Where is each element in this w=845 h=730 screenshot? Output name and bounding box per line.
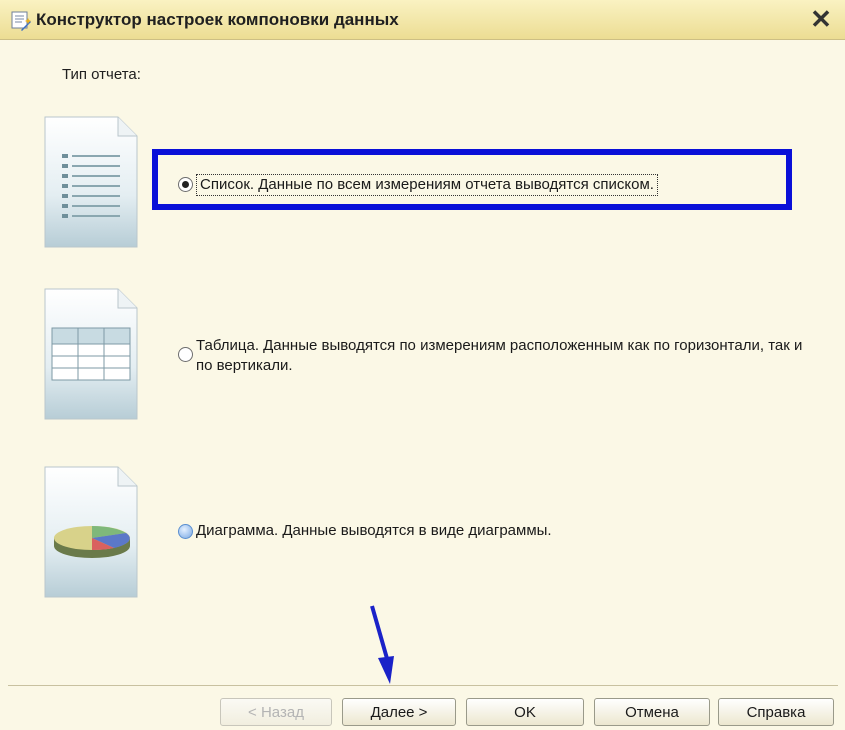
cancel-button[interactable]: Отмена xyxy=(594,698,710,726)
radio-chart[interactable] xyxy=(178,524,193,539)
back-button[interactable]: < Назад xyxy=(220,698,332,726)
highlight-box xyxy=(152,149,792,210)
option-chart[interactable]: Диаграмма. Данные выводятся в виде диагр… xyxy=(178,521,552,541)
option-chart-label: Диаграмма. Данные выводятся в виде диагр… xyxy=(196,522,552,539)
report-type-label: Тип отчета: xyxy=(62,66,141,83)
option-table-label: Таблица. Данные выводятся по измерениям … xyxy=(196,337,803,374)
radio-table[interactable] xyxy=(178,347,193,362)
annotation-arrow-icon xyxy=(360,600,410,694)
close-button[interactable]: ✕ xyxy=(809,4,833,34)
chart-document-icon xyxy=(44,466,138,598)
help-button[interactable]: Справка xyxy=(718,698,834,726)
list-document-icon xyxy=(44,116,138,248)
table-document-icon xyxy=(44,288,138,420)
next-button[interactable]: Далее > xyxy=(342,698,456,726)
button-bar: < Назад Далее > OK Отмена Справка xyxy=(8,685,838,730)
option-table[interactable]: Таблица. Данные выводятся по измерениям … xyxy=(178,336,818,376)
wizard-icon xyxy=(10,9,32,31)
ok-button[interactable]: OK xyxy=(466,698,584,726)
window-title: Конструктор настроек компоновки данных xyxy=(36,10,399,29)
title-bar: Конструктор настроек компоновки данных ✕ xyxy=(0,0,845,40)
